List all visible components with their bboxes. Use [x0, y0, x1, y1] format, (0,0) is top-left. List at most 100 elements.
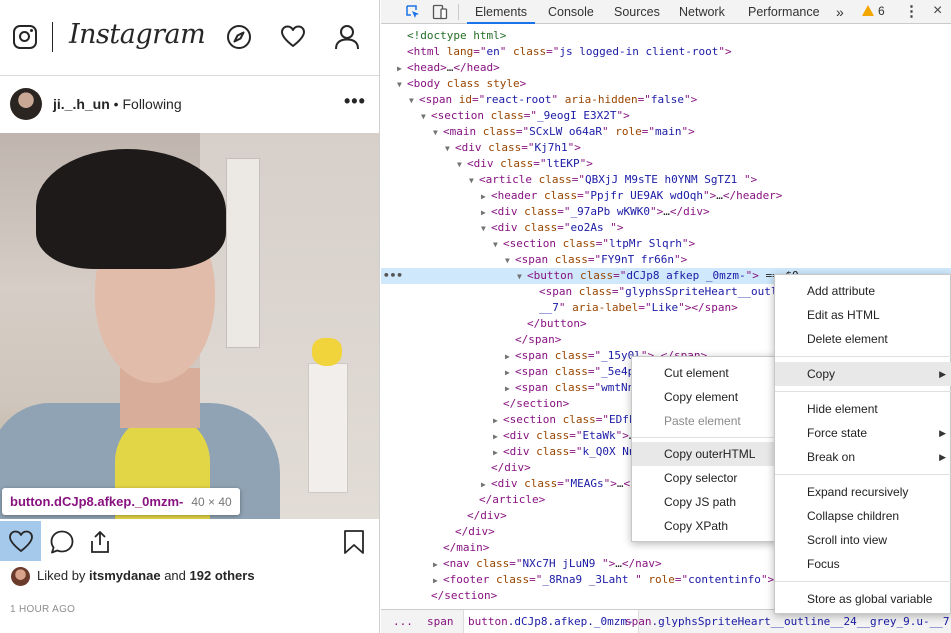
collapse-triangle-icon[interactable]: ▼ — [433, 125, 443, 141]
expand-triangle-icon[interactable]: ▶ — [493, 413, 503, 429]
node-actions-icon[interactable]: ••• — [383, 268, 403, 284]
menu-item-break-on[interactable]: Break on ▶ — [775, 445, 951, 469]
dom-node[interactable]: ▶ <head>…</head> — [381, 60, 951, 76]
follow-status[interactable]: Following — [122, 96, 181, 112]
copy-menu-item-copy-element[interactable]: Copy element — [632, 385, 778, 409]
dom-node[interactable]: ▼ <section class="ltpMr Slqrh"> — [381, 236, 951, 252]
bookmark-save-icon[interactable] — [341, 529, 367, 555]
dom-node[interactable]: ▼ <div class="eo2As "> — [381, 220, 951, 236]
expand-triangle-icon[interactable]: ▶ — [397, 61, 407, 77]
dom-node[interactable]: ▼ <body class style> — [381, 76, 951, 92]
close-devtools-icon[interactable]: × — [933, 2, 942, 20]
liked-by-user[interactable]: itsmydanae — [89, 568, 161, 583]
dom-node-markup: <div class="eo2As "> — [491, 221, 624, 234]
menu-item-scroll-into-view[interactable]: Scroll into view — [775, 528, 951, 552]
collapse-triangle-icon[interactable]: ▼ — [505, 253, 515, 269]
menu-item-expand-recursively[interactable]: Expand recursively — [775, 480, 951, 504]
dom-node[interactable]: <html lang="en" class="js logged-in clie… — [381, 44, 951, 60]
heart-activity-icon[interactable] — [280, 24, 306, 50]
like-heart-icon[interactable] — [8, 529, 34, 555]
copy-menu-item-copy-selector[interactable]: Copy selector — [632, 466, 778, 490]
collapse-triangle-icon[interactable]: ▼ — [517, 269, 527, 285]
collapse-triangle-icon[interactable]: ▼ — [457, 157, 467, 173]
collapse-triangle-icon[interactable]: ▼ — [469, 173, 479, 189]
menu-item-label: Delete element — [807, 332, 888, 346]
dom-node[interactable]: ▼ <div class="ltEKP"> — [381, 156, 951, 172]
post-username[interactable]: ji._.h_un — [53, 96, 110, 112]
tab-console[interactable]: Console — [548, 0, 594, 24]
dom-node[interactable]: ▼ <span class="FY9nT fr66n"> — [381, 252, 951, 268]
copy-menu-item-copy-js-path[interactable]: Copy JS path — [632, 490, 778, 514]
dom-node[interactable]: ▼ <article class="QBXjJ M9sTE h0YNM SgTZ1… — [381, 172, 951, 188]
dom-node[interactable]: ▼ <span id="react-root" aria-hidden="fals… — [381, 92, 951, 108]
expand-triangle-icon[interactable]: ▶ — [433, 573, 443, 589]
tab-elements[interactable]: Elements — [467, 0, 535, 24]
breadcrumb-item[interactable]: button.dCJp8.afkep._0mzm- — [463, 610, 639, 633]
collapse-triangle-icon[interactable]: ▼ — [493, 237, 503, 253]
camera-icon[interactable] — [13, 25, 37, 49]
dom-node[interactable]: <!doctype html> — [381, 28, 951, 44]
dom-node-markup: </button> — [527, 317, 587, 330]
profile-person-icon[interactable] — [334, 24, 360, 50]
tab-network[interactable]: Network — [679, 0, 725, 24]
collapse-triangle-icon[interactable]: ▼ — [397, 77, 407, 93]
collapse-triangle-icon[interactable]: ▼ — [409, 93, 419, 109]
menu-item-copy[interactable]: Copy ▶ — [775, 362, 951, 386]
expand-triangle-icon[interactable]: ▶ — [481, 189, 491, 205]
more-options-icon[interactable]: ••• — [344, 91, 366, 112]
dom-node[interactable]: ▼ <div class="Kj7h1"> — [381, 140, 951, 156]
dom-node[interactable]: ▼ <main class="SCxLW o64aR" role="main"> — [381, 124, 951, 140]
expand-triangle-icon[interactable]: ▶ — [505, 381, 515, 397]
breadcrumb-item[interactable]: ... — [389, 610, 417, 633]
expand-triangle-icon[interactable]: ▶ — [481, 477, 491, 493]
inspect-element-icon[interactable] — [405, 4, 421, 20]
share-icon[interactable] — [87, 529, 113, 555]
copy-menu-item-cut-element[interactable]: Cut element — [632, 361, 778, 385]
expand-triangle-icon[interactable]: ▶ — [505, 349, 515, 365]
dom-node[interactable]: ▼ <section class="_9eogI E3X2T"> — [381, 108, 951, 124]
menu-item-focus[interactable]: Focus — [775, 552, 951, 576]
expand-triangle-icon[interactable]: ▶ — [493, 429, 503, 445]
dom-node[interactable]: ▶ <header class="Ppjfr UE9AK wdOqh">…</he… — [381, 188, 951, 204]
instagram-logo[interactable]: Instagram — [69, 19, 206, 50]
expand-triangle-icon[interactable]: ▶ — [493, 445, 503, 461]
dom-node-content: </div> — [445, 524, 495, 540]
dom-node-content: ▼ <main class="SCxLW o64aR" role="main"> — [433, 124, 695, 141]
dom-node-content: ▶ <head>…</head> — [397, 60, 500, 77]
submenu-arrow-icon: ▶ — [939, 428, 946, 438]
post-header: ji._.h_un • Following ••• — [0, 77, 379, 133]
avatar[interactable] — [10, 88, 42, 120]
device-toolbar-icon[interactable] — [432, 4, 448, 20]
tab-sources[interactable]: Sources — [614, 0, 660, 24]
menu-item-edit-as-html[interactable]: Edit as HTML — [775, 303, 951, 327]
dom-node[interactable]: ▶ <div class="_97aPb wKWK0">…</div> — [381, 204, 951, 220]
explore-compass-icon[interactable] — [226, 24, 252, 50]
copy-menu-item-copy-xpath[interactable]: Copy XPath — [632, 514, 778, 538]
more-tabs-chevron-icon[interactable]: » — [836, 0, 844, 24]
expand-triangle-icon[interactable]: ▶ — [481, 205, 491, 221]
dom-node-content: ▼ <section class="_9eogI E3X2T"> — [421, 108, 630, 125]
expand-triangle-icon[interactable]: ▶ — [505, 365, 515, 381]
expand-triangle-icon[interactable]: ▶ — [433, 557, 443, 573]
tab-performance[interactable]: Performance — [748, 0, 820, 24]
breadcrumb-item[interactable]: span — [423, 610, 458, 633]
menu-item-delete-element[interactable]: Delete element — [775, 327, 951, 351]
collapse-triangle-icon[interactable]: ▼ — [421, 109, 431, 125]
menu-item-force-state[interactable]: Force state ▶ — [775, 421, 951, 445]
collapse-triangle-icon[interactable]: ▼ — [481, 221, 491, 237]
menu-item-store-as-global-variable[interactable]: Store as global variable — [775, 587, 951, 611]
post-username-separator: • — [109, 96, 123, 112]
post-photo[interactable] — [0, 133, 379, 519]
collapse-triangle-icon[interactable]: ▼ — [445, 141, 455, 157]
liked-by-count[interactable]: 192 others — [190, 568, 255, 583]
menu-item-hide-element[interactable]: Hide element — [775, 397, 951, 421]
post-username-line: ji._.h_un • Following — [53, 96, 182, 112]
copy-menu-item-copy-outerhtml[interactable]: Copy outerHTML — [632, 442, 778, 466]
liker-avatar[interactable] — [11, 567, 30, 586]
menu-item-add-attribute[interactable]: Add attribute — [775, 279, 951, 303]
post-time-ago[interactable]: 1 HOUR AGO — [10, 604, 75, 615]
warnings-counter[interactable]: 6 — [862, 4, 885, 18]
comment-icon[interactable] — [49, 529, 75, 555]
menu-item-collapse-children[interactable]: Collapse children — [775, 504, 951, 528]
devtools-menu-icon[interactable]: ⋮ — [904, 2, 919, 20]
